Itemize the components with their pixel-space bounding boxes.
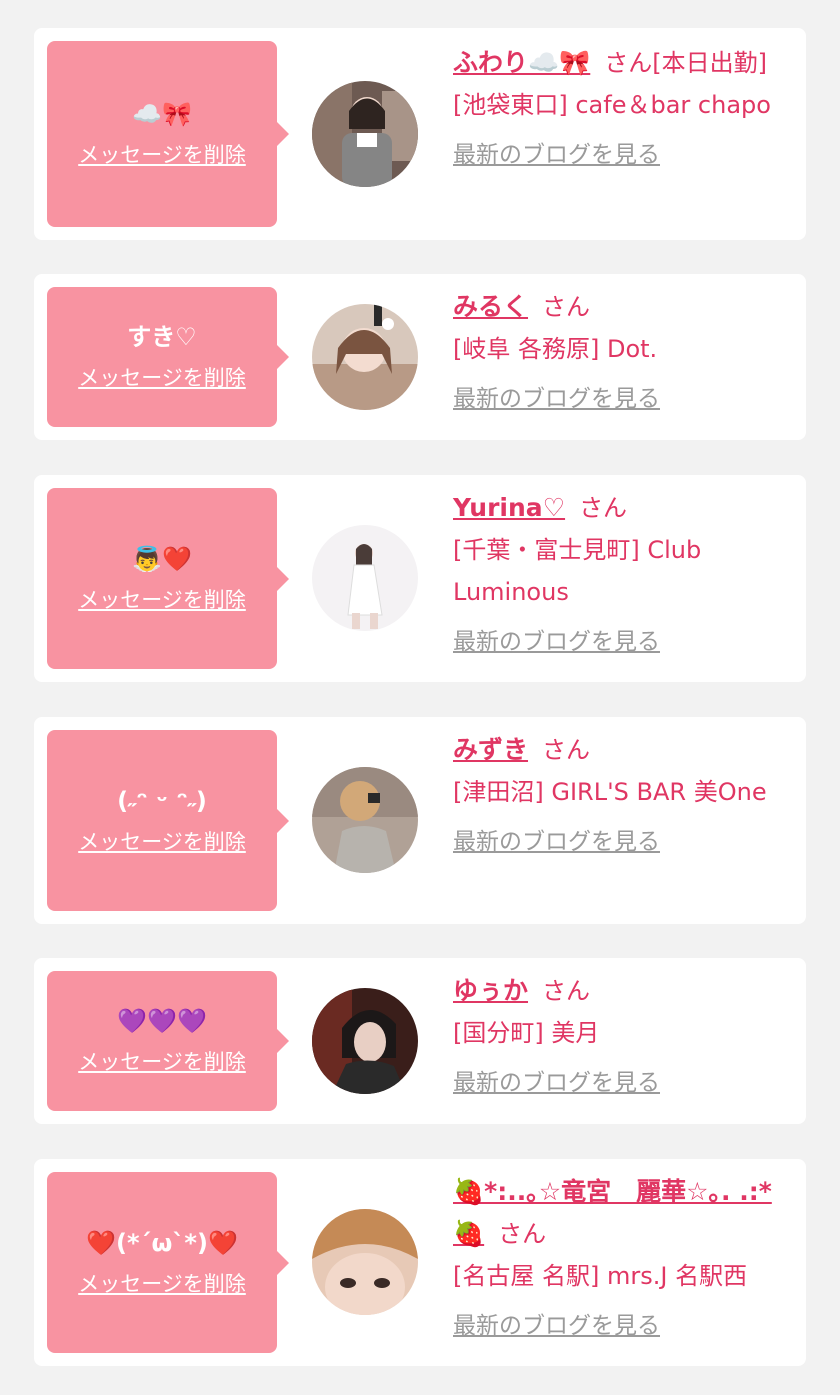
delete-message-link[interactable]: メッセージを削除	[78, 362, 246, 392]
cast-name-link[interactable]: ゆぅか	[453, 976, 528, 1005]
message-bubble: ☁️🎀 メッセージを削除	[47, 41, 289, 227]
message-text: ☁️🎀	[132, 100, 192, 128]
latest-blog-link[interactable]: 最新のブログを見る	[453, 1062, 660, 1104]
avatar[interactable]	[312, 81, 418, 187]
shop-name: [池袋東口] cafe＆bar chapo	[453, 91, 771, 119]
cast-name-link[interactable]: Yurina♡	[453, 493, 565, 522]
list-item: (˶ᵔ ᵕ ᵔ˶) メッセージを削除 みずき さん [津田沼] GIRL'S BA…	[34, 717, 806, 924]
avatar[interactable]	[312, 988, 418, 1094]
list-item: 💜💜💜 メッセージを削除 ゆぅか さん [国分町] 美月 最新のブログを見る	[34, 958, 806, 1124]
message-bubble: ❤️(*´ω`*)❤️ メッセージを削除	[47, 1172, 289, 1353]
message-bubble: 👼❤️ メッセージを削除	[47, 488, 289, 669]
message-text: すき♡	[127, 323, 197, 351]
avatar[interactable]	[312, 767, 418, 873]
favorites-list: ☁️🎀 メッセージを削除 ふわり☁️🎀 さん[本日出勤] [池袋東口] cafe＆…	[0, 0, 840, 1395]
shop-name: [名古屋 名駅] mrs.J 名駅西	[453, 1262, 748, 1290]
message-text: 👼❤️	[132, 544, 192, 573]
shop-name: [津田沼] GIRL'S BAR 美One	[453, 778, 767, 806]
latest-blog-link[interactable]: 最新のブログを見る	[453, 134, 660, 176]
status-badge: [本日出勤]	[652, 49, 767, 77]
delete-message-link[interactable]: メッセージを削除	[78, 826, 246, 856]
cast-info: ゆぅか さん [国分町] 美月 最新のブログを見る	[453, 970, 798, 1104]
honorific: さん	[579, 494, 628, 522]
cast-info: ふわり☁️🎀 さん[本日出勤] [池袋東口] cafe＆bar chapo 最新の…	[453, 42, 798, 176]
list-item: すき♡ メッセージを削除 みるく さん [岐阜 各務原] Dot. 最新のブログを…	[34, 274, 806, 440]
delete-message-link[interactable]: メッセージを削除	[78, 584, 246, 614]
list-item: 👼❤️ メッセージを削除 Yurina♡ さん [千葉・富士見町] Club Lu…	[34, 475, 806, 682]
latest-blog-link[interactable]: 最新のブログを見る	[453, 378, 660, 420]
cast-info: 🍓*:..｡☆竜宮 麗華☆｡. .:*🍓 さん [名古屋 名駅] mrs.J 名駅…	[453, 1171, 798, 1347]
list-item: ☁️🎀 メッセージを削除 ふわり☁️🎀 さん[本日出勤] [池袋東口] cafe＆…	[34, 28, 806, 240]
latest-blog-link[interactable]: 最新のブログを見る	[453, 621, 660, 663]
message-text: (˶ᵔ ᵕ ᵔ˶)	[117, 786, 207, 815]
latest-blog-link[interactable]: 最新のブログを見る	[453, 821, 660, 863]
shop-name: [岐阜 各務原] Dot.	[453, 335, 658, 363]
honorific: さん	[542, 293, 591, 321]
avatar[interactable]	[312, 525, 418, 631]
message-bubble: 💜💜💜 メッセージを削除	[47, 971, 289, 1111]
shop-name: [国分町] 美月	[453, 1019, 600, 1047]
cast-info: みずき さん [津田沼] GIRL'S BAR 美One 最新のブログを見る	[453, 729, 798, 863]
shop-name: [千葉・富士見町] Club Luminous	[453, 536, 702, 606]
honorific: さん	[542, 736, 591, 764]
cast-info: Yurina♡ さん [千葉・富士見町] Club Luminous 最新のブログ…	[453, 487, 798, 663]
avatar[interactable]	[312, 1209, 418, 1315]
message-text: 💜💜💜	[117, 1007, 207, 1035]
message-bubble: (˶ᵔ ᵕ ᵔ˶) メッセージを削除	[47, 730, 289, 911]
list-item: ❤️(*´ω`*)❤️ メッセージを削除 🍓*:..｡☆竜宮 麗華☆｡. .:*…	[34, 1159, 806, 1366]
message-bubble: すき♡ メッセージを削除	[47, 287, 289, 427]
delete-message-link[interactable]: メッセージを削除	[78, 1046, 246, 1076]
message-text: ❤️(*´ω`*)❤️	[86, 1228, 238, 1257]
cast-info: みるく さん [岐阜 各務原] Dot. 最新のブログを見る	[453, 286, 798, 420]
cast-name-link[interactable]: みずき	[453, 735, 528, 764]
delete-message-link[interactable]: メッセージを削除	[78, 1268, 246, 1298]
honorific: さん	[542, 977, 591, 1005]
latest-blog-link[interactable]: 最新のブログを見る	[453, 1305, 660, 1347]
cast-name-link[interactable]: ふわり☁️🎀	[453, 48, 590, 77]
delete-message-link[interactable]: メッセージを削除	[78, 139, 246, 169]
cast-name-link[interactable]: みるく	[453, 292, 528, 321]
honorific: さん	[604, 49, 653, 77]
avatar[interactable]	[312, 304, 418, 410]
honorific: さん	[498, 1220, 547, 1248]
